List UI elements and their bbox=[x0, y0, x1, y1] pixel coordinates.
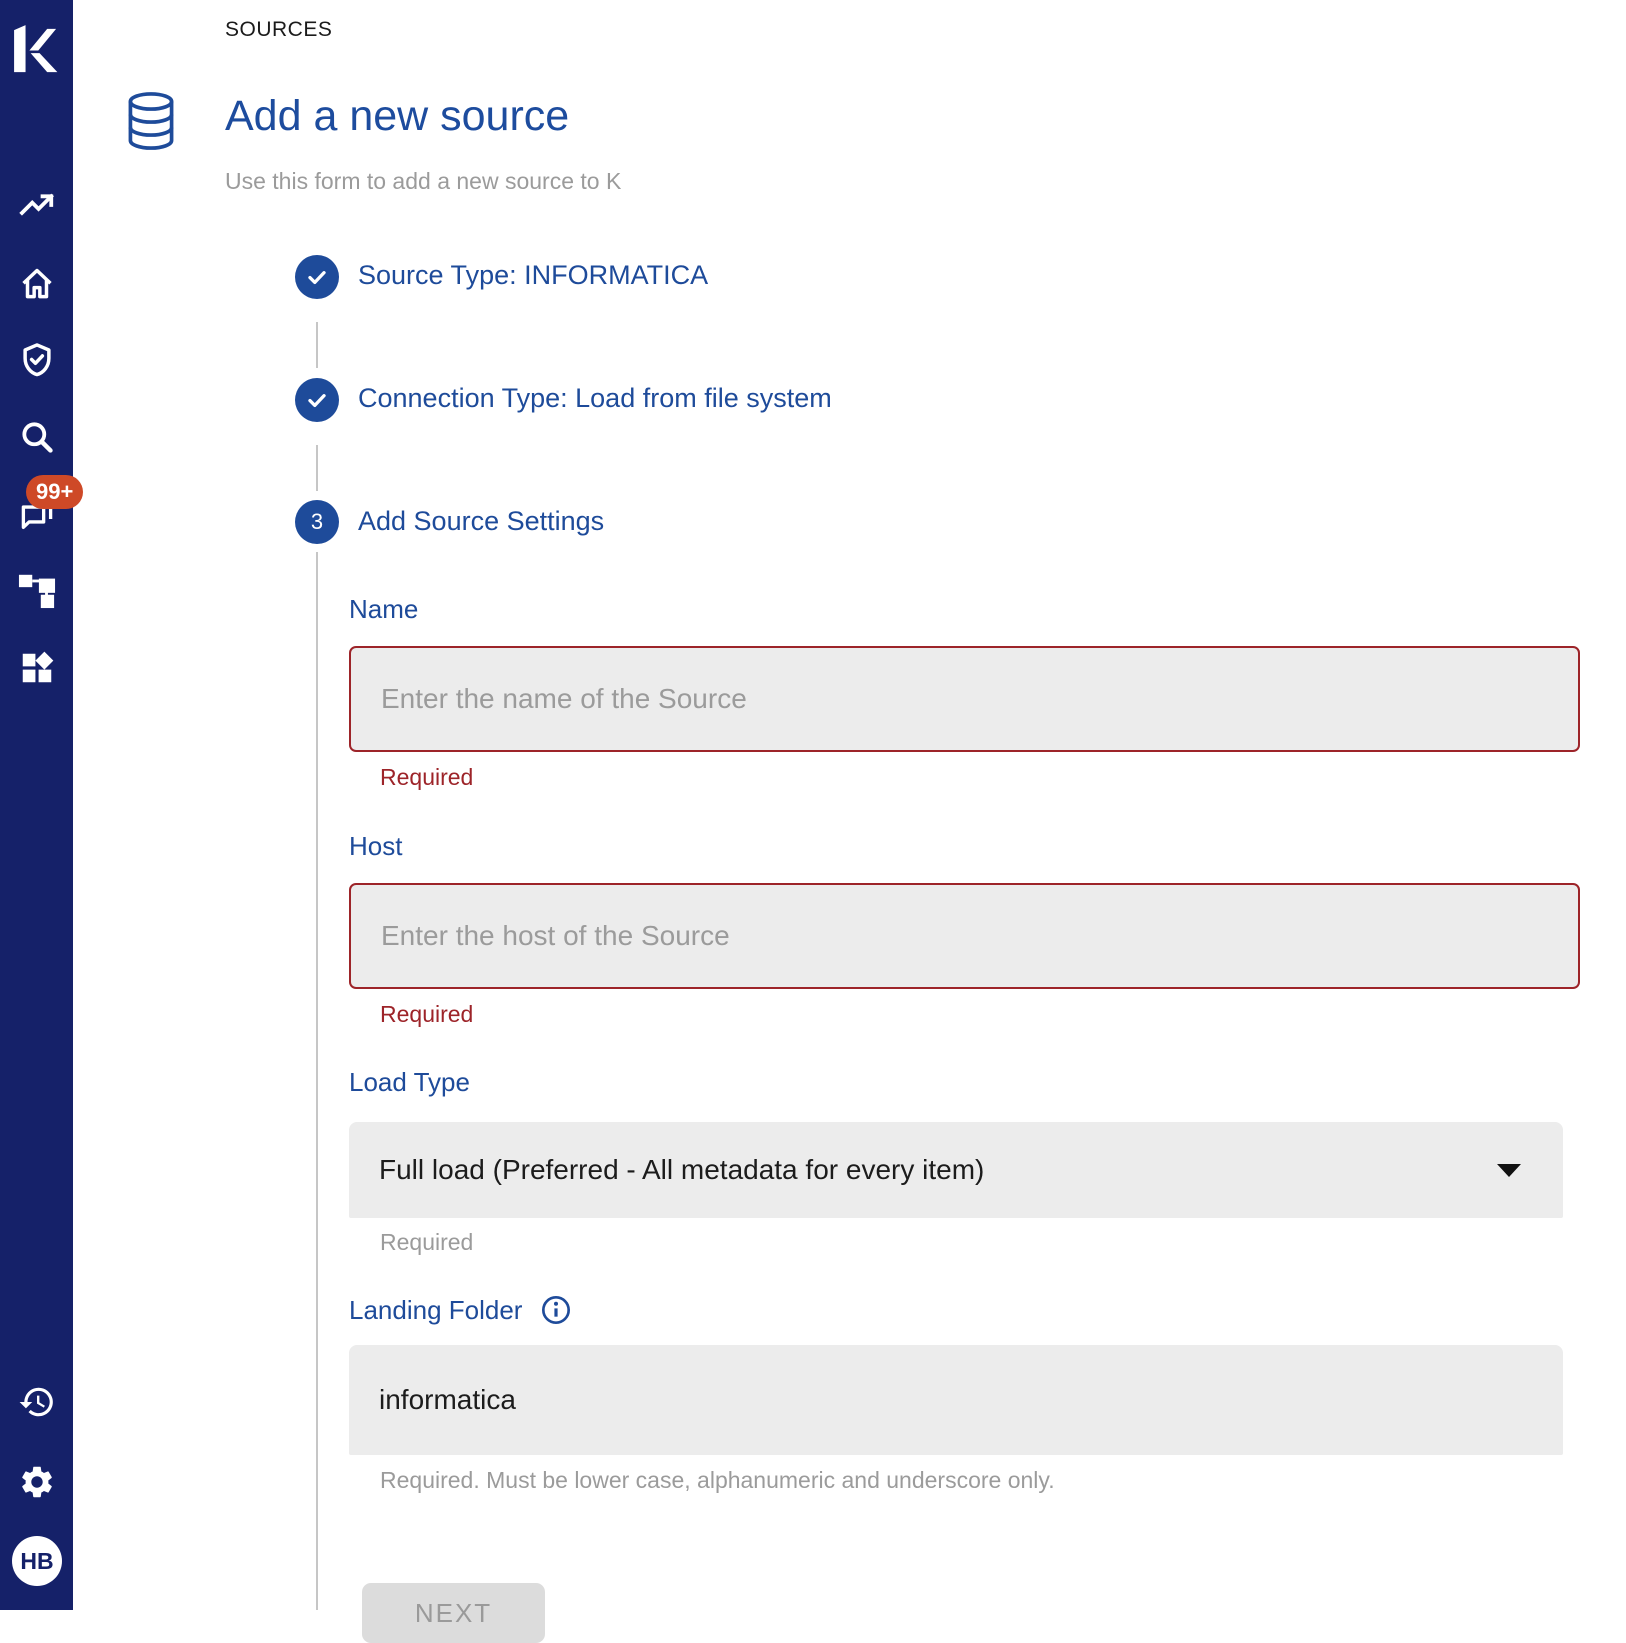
landing-folder-helper-text: Required. Must be lower case, alphanumer… bbox=[380, 1469, 1055, 1492]
load-type-select[interactable]: Full load (Preferred - All metadata for … bbox=[349, 1122, 1563, 1218]
info-icon[interactable] bbox=[540, 1294, 572, 1326]
sidebar-item-apps[interactable] bbox=[0, 649, 73, 687]
name-error-text: Required bbox=[380, 766, 473, 789]
step-1-indicator[interactable] bbox=[295, 255, 339, 299]
load-type-field-label: Load Type bbox=[349, 1069, 470, 1095]
k-logo-icon bbox=[9, 20, 65, 76]
step-1-label[interactable]: Source Type: INFORMATICA bbox=[358, 262, 708, 289]
sidebar-item-home[interactable] bbox=[0, 265, 73, 303]
breadcrumb: SOURCES bbox=[225, 18, 332, 42]
sidebar-item-search[interactable] bbox=[0, 418, 73, 456]
load-type-helper-text: Required bbox=[380, 1231, 473, 1254]
step-2-indicator[interactable] bbox=[295, 378, 339, 422]
gear-icon bbox=[18, 1463, 56, 1501]
sidebar-item-lineage[interactable] bbox=[0, 571, 73, 609]
step-3-number: 3 bbox=[311, 509, 323, 535]
main-content: SOURCES Add a new source Use this form t… bbox=[73, 0, 1626, 1610]
sidebar-item-settings[interactable] bbox=[0, 1463, 73, 1501]
next-button[interactable]: NEXT bbox=[362, 1583, 545, 1643]
name-input[interactable] bbox=[349, 646, 1580, 752]
check-icon bbox=[304, 387, 330, 413]
hierarchy-icon bbox=[18, 571, 56, 609]
sidebar-item-history[interactable] bbox=[0, 1383, 73, 1421]
step-3-label[interactable]: Add Source Settings bbox=[358, 508, 604, 535]
sidebar-item-trends[interactable] bbox=[0, 186, 73, 224]
step-3-indicator[interactable]: 3 bbox=[295, 500, 339, 544]
home-icon bbox=[18, 265, 56, 303]
host-field-label: Host bbox=[349, 833, 402, 859]
page-subtitle: Use this form to add a new source to K bbox=[225, 168, 621, 195]
host-input[interactable] bbox=[349, 883, 1580, 989]
page-title: Add a new source bbox=[225, 92, 569, 141]
sidebar-item-policies[interactable] bbox=[0, 341, 73, 379]
load-type-selected-value: Full load (Preferred - All metadata for … bbox=[379, 1154, 984, 1186]
sidebar: 99+ HB bbox=[0, 0, 73, 1610]
database-icon bbox=[125, 90, 177, 157]
host-error-text: Required bbox=[380, 1003, 473, 1026]
name-field-label: Name bbox=[349, 596, 418, 622]
trending-up-icon bbox=[18, 186, 56, 224]
landing-folder-field-label: Landing Folder bbox=[349, 1297, 522, 1323]
stepper-connector bbox=[316, 552, 318, 1610]
step-2-label[interactable]: Connection Type: Load from file system bbox=[358, 385, 832, 412]
chevron-down-icon bbox=[1497, 1164, 1521, 1177]
check-icon bbox=[304, 264, 330, 290]
stepper-connector bbox=[316, 445, 318, 491]
k-logo[interactable] bbox=[0, 20, 73, 76]
shield-check-icon bbox=[18, 341, 56, 379]
history-icon bbox=[18, 1383, 56, 1421]
stepper-connector bbox=[316, 322, 318, 368]
landing-folder-label-row: Landing Folder bbox=[349, 1294, 572, 1326]
chat-notification-badge: 99+ bbox=[26, 475, 83, 509]
landing-folder-input[interactable] bbox=[349, 1345, 1563, 1455]
widgets-icon bbox=[18, 649, 56, 687]
search-icon bbox=[18, 418, 56, 456]
user-avatar[interactable]: HB bbox=[12, 1536, 62, 1586]
